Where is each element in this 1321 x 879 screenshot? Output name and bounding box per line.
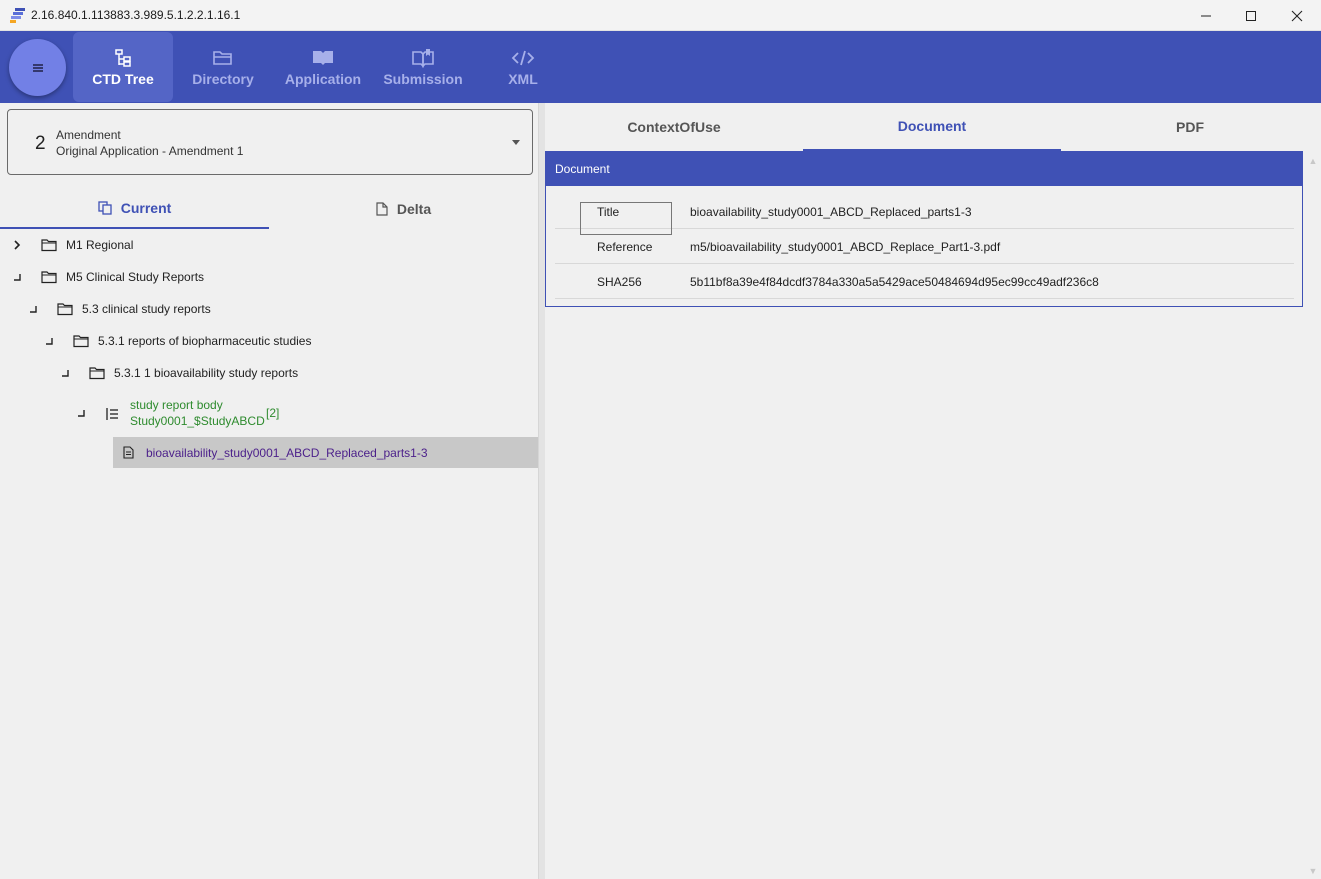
property-row-sha256: SHA256 5b11bf8a39e4f84dcdf3784a330a5a542… bbox=[555, 264, 1294, 299]
document-properties-card: Document Title bioavailability_study0001… bbox=[545, 151, 1303, 307]
expanded-indicator-icon[interactable] bbox=[28, 304, 38, 314]
nav-tab-xml[interactable]: XML bbox=[473, 32, 573, 102]
property-value[interactable]: m5/bioavailability_study0001_ABCD_Replac… bbox=[690, 240, 1000, 254]
maximize-icon bbox=[1246, 10, 1256, 21]
document-icon bbox=[123, 446, 134, 459]
property-key: SHA256 bbox=[597, 275, 642, 289]
document-card-header: Document bbox=[546, 152, 1302, 186]
tab-delta[interactable]: Delta bbox=[269, 188, 538, 229]
tree-node-study-report-body[interactable]: study report body Study0001_$StudyABCD [… bbox=[0, 395, 538, 433]
nav-tab-directory[interactable]: Directory bbox=[173, 32, 273, 102]
expanded-indicator-icon[interactable] bbox=[12, 272, 22, 282]
tab-current[interactable]: Current bbox=[0, 188, 269, 229]
document-title-label: bioavailability_study0001_ABCD_Replaced_… bbox=[146, 446, 428, 460]
tab-pdf[interactable]: PDF bbox=[1061, 103, 1319, 151]
property-row-title: Title bioavailability_study0001_ABCD_Rep… bbox=[555, 194, 1294, 235]
ctd-tree-panel: 2 Amendment Original Application - Amend… bbox=[0, 103, 538, 879]
tab-document[interactable]: Document bbox=[803, 103, 1061, 151]
tree-node-5-3-1[interactable]: 5.3.1 reports of biopharmaceutic studies bbox=[0, 331, 538, 351]
open-book-icon bbox=[412, 49, 434, 68]
property-key: Reference bbox=[597, 240, 653, 254]
title-bar: 2.16.840.1.113883.3.989.5.1.2.2.1.16.1 bbox=[0, 0, 1321, 31]
nav-tab-ctd-tree[interactable]: CTD Tree bbox=[73, 32, 173, 102]
nav-tab-label: Submission bbox=[383, 71, 463, 87]
expanded-indicator-icon[interactable] bbox=[76, 408, 86, 418]
property-key: Title bbox=[597, 205, 620, 219]
study-report-id-label: Study0001_$StudyABCD bbox=[130, 414, 265, 428]
maximize-button[interactable] bbox=[1228, 0, 1274, 31]
close-icon bbox=[1291, 10, 1303, 21]
study-report-body-label: study report body bbox=[130, 398, 223, 412]
app-logo-icon bbox=[10, 8, 25, 23]
folder-icon bbox=[73, 335, 89, 348]
folder-icon bbox=[89, 367, 105, 380]
tree-node-selected-document[interactable]: bioavailability_study0001_ABCD_Replaced_… bbox=[113, 437, 538, 468]
nav-tab-submission[interactable]: Submission bbox=[373, 32, 473, 102]
copy-icon bbox=[98, 200, 112, 215]
scroll-up-arrow-icon[interactable]: ▲ bbox=[1307, 155, 1319, 167]
scroll-down-arrow-icon[interactable]: ▼ bbox=[1307, 865, 1319, 877]
tree-node-label: M5 Clinical Study Reports bbox=[66, 270, 205, 284]
hamburger-icon bbox=[32, 63, 43, 72]
close-button[interactable] bbox=[1274, 0, 1320, 31]
property-value[interactable]: 5b11bf8a39e4f84dcdf3784a330a5a5429ace504… bbox=[690, 275, 1099, 289]
tree-node-label: 5.3.1 reports of biopharmaceutic studies bbox=[98, 334, 312, 348]
property-row-reference: Reference m5/bioavailability_study0001_A… bbox=[555, 229, 1294, 264]
folder-open-icon bbox=[213, 51, 232, 65]
sequence-number: 2 bbox=[35, 133, 46, 154]
tree-node-m5[interactable]: M5 Clinical Study Reports bbox=[0, 267, 538, 287]
nav-tab-label: Application bbox=[284, 71, 362, 87]
tree-node-label: M1 Regional bbox=[66, 238, 134, 252]
tree-node-label: 5.3.1 1 bioavailability study reports bbox=[114, 366, 299, 380]
folder-icon bbox=[41, 271, 57, 284]
book-icon bbox=[313, 51, 333, 65]
tree-node-m1[interactable]: M1 Regional bbox=[0, 235, 538, 255]
chevron-right-icon[interactable] bbox=[12, 240, 22, 250]
code-icon bbox=[511, 50, 535, 66]
property-value[interactable]: bioavailability_study0001_ABCD_Replaced_… bbox=[690, 205, 972, 219]
document-count-badge: [2] bbox=[266, 406, 280, 420]
tree-node-5-3[interactable]: 5.3 clinical study reports bbox=[0, 299, 538, 319]
list-icon bbox=[106, 408, 118, 420]
expanded-indicator-icon[interactable] bbox=[60, 368, 70, 378]
sequence-selector[interactable]: 2 Amendment Original Application - Amend… bbox=[7, 109, 533, 175]
folder-icon bbox=[57, 303, 73, 316]
menu-button[interactable] bbox=[9, 39, 66, 96]
minimize-icon bbox=[1201, 15, 1211, 16]
tree-node-label: 5.3 clinical study reports bbox=[82, 302, 211, 316]
file-outline-icon bbox=[376, 201, 388, 216]
tree-icon bbox=[115, 49, 131, 67]
panel-splitter[interactable] bbox=[538, 103, 545, 879]
nav-tab-label: CTD Tree bbox=[92, 71, 154, 87]
nav-tab-application[interactable]: Application bbox=[273, 32, 373, 102]
sequence-type: Amendment bbox=[56, 128, 121, 142]
main-nav-bar: CTD Tree Directory Application Submissio… bbox=[0, 31, 1321, 103]
window-title: 2.16.840.1.113883.3.989.5.1.2.2.1.16.1 bbox=[31, 8, 241, 22]
tab-context-of-use[interactable]: ContextOfUse bbox=[545, 103, 803, 151]
tab-current-label: Current bbox=[120, 199, 172, 216]
minimize-button[interactable] bbox=[1183, 0, 1229, 31]
sequence-name: Original Application - Amendment 1 bbox=[56, 144, 244, 158]
nav-tab-label: Directory bbox=[192, 71, 254, 87]
folder-icon bbox=[41, 239, 57, 252]
details-panel: ContextOfUse Document PDF Document Title… bbox=[545, 103, 1321, 879]
tab-delta-label: Delta bbox=[396, 200, 432, 217]
tree-node-5-3-1-1[interactable]: 5.3.1 1 bioavailability study reports bbox=[0, 363, 538, 383]
nav-tab-label: XML bbox=[508, 71, 538, 87]
expanded-indicator-icon[interactable] bbox=[44, 336, 54, 346]
dropdown-caret-icon bbox=[512, 140, 520, 145]
